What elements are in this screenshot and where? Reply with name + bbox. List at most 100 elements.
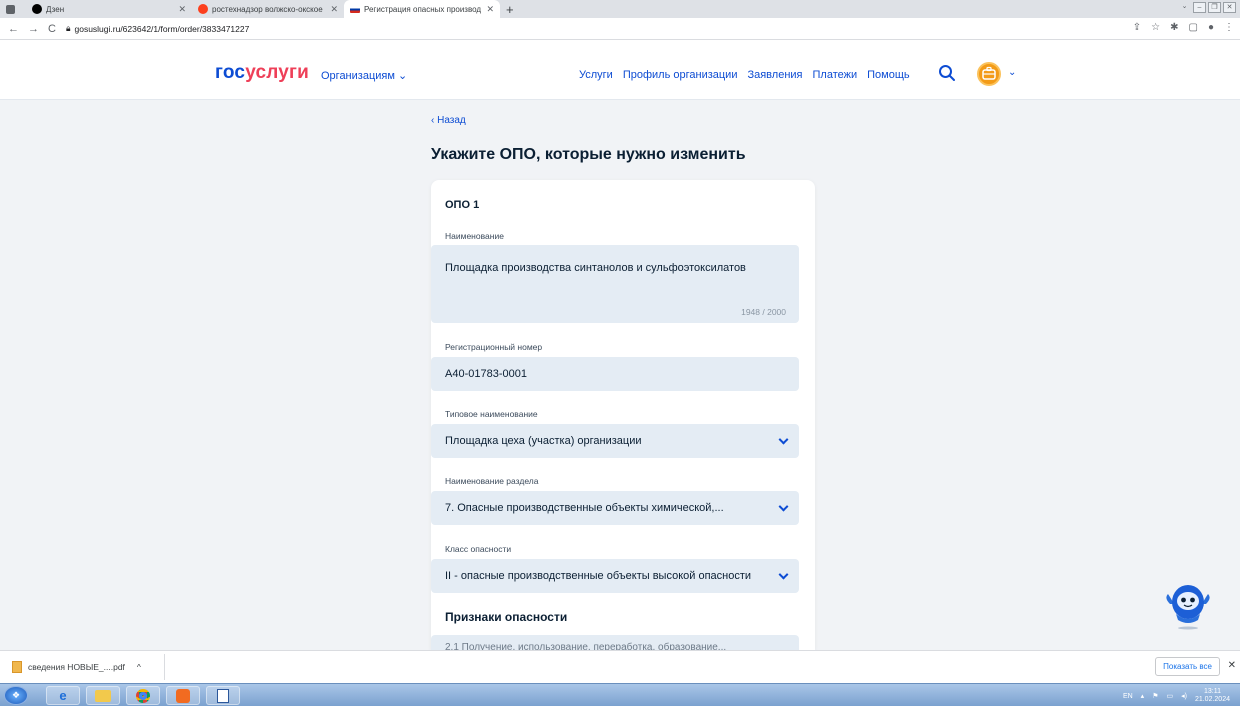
reg-number-value: А40-01783-0001 xyxy=(445,368,527,380)
russian-flag-icon xyxy=(350,5,360,13)
show-all-downloads-button[interactable]: Показать все xyxy=(1155,657,1220,676)
tab-yandex[interactable]: ростехнадзор волжско-окское ✕ xyxy=(192,0,344,18)
nav-services[interactable]: Услуги xyxy=(579,69,613,81)
reload-icon[interactable]: C xyxy=(48,23,56,35)
tab-title: Дзен xyxy=(46,4,65,14)
share-icon[interactable]: ⇪ xyxy=(1133,22,1141,33)
volume-icon[interactable]: ◂) xyxy=(1181,692,1187,700)
url-field[interactable]: 🔒︎ gosuslugi.ru/623642/1/form/order/3833… xyxy=(66,23,249,34)
extensions-puzzle-icon[interactable]: ✱ xyxy=(1170,22,1178,33)
nav-applications[interactable]: Заявления xyxy=(747,69,802,81)
section-name-select[interactable]: 7. Опасные производственные объекты хими… xyxy=(431,491,799,525)
name-textarea[interactable]: Площадка производства синтанолов и сульф… xyxy=(431,245,799,323)
hazard-signs-title: Признаки опасности xyxy=(445,610,568,624)
gosuslugi-logo[interactable]: госуслуги xyxy=(215,62,309,84)
yandex-icon xyxy=(198,4,208,14)
close-tab-icon[interactable]: ✕ xyxy=(486,4,494,15)
type-name-select[interactable]: Площадка цеха (участка) организации xyxy=(431,424,799,458)
chevron-down-icon xyxy=(778,434,789,445)
clock-date: 21.02.2024 xyxy=(1194,696,1230,703)
side-panel-icon[interactable]: ▢ xyxy=(1189,22,1198,33)
hazard-class-value: II - опасные производственные объекты вы… xyxy=(445,570,752,582)
minimize-icon[interactable]: – xyxy=(1193,2,1206,13)
start-button[interactable]: ❖ xyxy=(4,686,28,705)
tab-title: Регистрация опасных производ xyxy=(364,4,482,14)
logo-part-uslugi: услуги xyxy=(245,62,310,83)
logo-part-gos: гос xyxy=(215,62,246,83)
chrome-taskbar-button[interactable] xyxy=(126,686,160,705)
folder-icon xyxy=(95,689,111,702)
restore-icon[interactable]: ❐ xyxy=(1208,2,1221,13)
close-tab-icon[interactable]: ✕ xyxy=(330,4,338,15)
tab-search-icon[interactable]: ⌄ xyxy=(1178,2,1191,13)
new-tab-button[interactable]: + xyxy=(500,0,520,18)
briefcase-icon xyxy=(982,66,996,80)
back-link[interactable]: ‹ Назад xyxy=(431,115,466,126)
opo-section-title: ОПО 1 xyxy=(445,199,480,211)
document-icon xyxy=(217,688,229,703)
address-bar: ← → C 🔒︎ gosuslugi.ru/623642/1/form/orde… xyxy=(0,18,1240,40)
section-name-value: 7. Опасные производственные объекты хими… xyxy=(445,502,724,514)
section-name-label: Наименование раздела xyxy=(445,476,539,486)
reg-number-label: Регистрационный номер xyxy=(445,342,543,352)
organization-avatar[interactable] xyxy=(977,62,1001,86)
clock-time: 13:11 xyxy=(1203,688,1221,695)
menu-icon[interactable]: ⋮ xyxy=(1224,22,1234,33)
internet-explorer-icon: e xyxy=(59,688,67,703)
lock-icon: 🔒︎ xyxy=(65,23,71,33)
app-taskbar-button[interactable] xyxy=(166,686,200,705)
close-tab-icon[interactable]: ✕ xyxy=(178,4,186,15)
clock[interactable]: 13:11 21.02.2024 xyxy=(1195,688,1230,704)
nav-payments[interactable]: Платежи xyxy=(813,69,858,81)
extension-icon xyxy=(6,4,15,14)
back-arrow-icon[interactable]: ← xyxy=(8,23,19,35)
organizations-menu[interactable]: Организациям ⌄ xyxy=(321,69,407,82)
chevron-down-icon[interactable]: ⌄ xyxy=(1008,67,1016,78)
app-orange-icon xyxy=(176,688,190,703)
name-label: Наименование xyxy=(445,231,504,241)
close-downloads-icon[interactable]: ✕ xyxy=(1228,660,1236,671)
tab-title: ростехнадзор волжско-окское xyxy=(212,4,323,14)
ie-taskbar-button[interactable]: e xyxy=(46,686,80,705)
page-title: Укажите ОПО, которые нужно изменить xyxy=(431,146,746,163)
close-window-icon[interactable]: ✕ xyxy=(1223,2,1236,13)
chevron-down-icon xyxy=(778,569,789,580)
forward-arrow-icon[interactable]: → xyxy=(28,23,39,35)
hazard-signs-select[interactable]: 2.1 Получение, использование, переработк… xyxy=(431,635,799,650)
nav-org-profile[interactable]: Профиль организации xyxy=(623,69,738,81)
reg-number-input[interactable]: А40-01783-0001 xyxy=(431,357,799,391)
tray-arrow-icon[interactable]: ▴ xyxy=(1141,692,1145,700)
profile-icon[interactable]: ● xyxy=(1208,22,1214,33)
chevron-up-icon[interactable]: ^ xyxy=(137,662,141,672)
site-header: госуслуги Организациям ⌄ Услуги Профиль … xyxy=(0,40,1240,100)
type-name-label: Типовое наименование xyxy=(445,409,538,419)
dzen-icon xyxy=(32,4,42,14)
bookmark-star-icon[interactable]: ☆ xyxy=(1151,22,1160,33)
language-indicator[interactable]: EN xyxy=(1123,693,1133,700)
browser-tabstrip: Дзен ✕ ростехнадзор волжско-окское ✕ Рег… xyxy=(0,0,1240,18)
tab-dzen[interactable]: Дзен ✕ xyxy=(26,0,192,18)
chevron-down-icon xyxy=(778,501,789,512)
window-controls: ⌄ – ❐ ✕ xyxy=(1178,2,1236,13)
pdf-file-icon xyxy=(12,661,22,673)
download-filename: сведения НОВЫЕ_....pdf xyxy=(28,662,125,672)
system-tray: EN ▴ ⚑ ▭ ◂) 13:11 21.02.2024 xyxy=(1123,688,1230,704)
back-label: Назад xyxy=(437,115,466,126)
explorer-taskbar-button[interactable] xyxy=(86,686,120,705)
word-taskbar-button[interactable] xyxy=(206,686,240,705)
type-name-value: Площадка цеха (участка) организации xyxy=(445,435,642,447)
hazard-class-label: Класс опасности xyxy=(445,544,512,554)
tab-extension[interactable] xyxy=(0,0,26,18)
hazard-signs-value: 2.1 Получение, использование, переработк… xyxy=(445,642,727,650)
nav-help[interactable]: Помощь xyxy=(867,69,910,81)
windows-logo-icon: ❖ xyxy=(11,690,21,700)
download-item[interactable]: сведения НОВЫЕ_....pdf ^ xyxy=(0,654,165,680)
organizations-label: Организациям xyxy=(321,70,395,82)
network-icon[interactable]: ▭ xyxy=(1166,692,1173,700)
char-counter: 1948 / 2000 xyxy=(741,307,786,317)
flag-icon[interactable]: ⚑ xyxy=(1152,692,1158,700)
robot-assistant-icon[interactable] xyxy=(1162,578,1214,632)
tab-gosuslugi[interactable]: Регистрация опасных производ ✕ xyxy=(344,0,500,18)
search-icon[interactable] xyxy=(938,64,956,82)
hazard-class-select[interactable]: II - опасные производственные объекты вы… xyxy=(431,559,799,593)
